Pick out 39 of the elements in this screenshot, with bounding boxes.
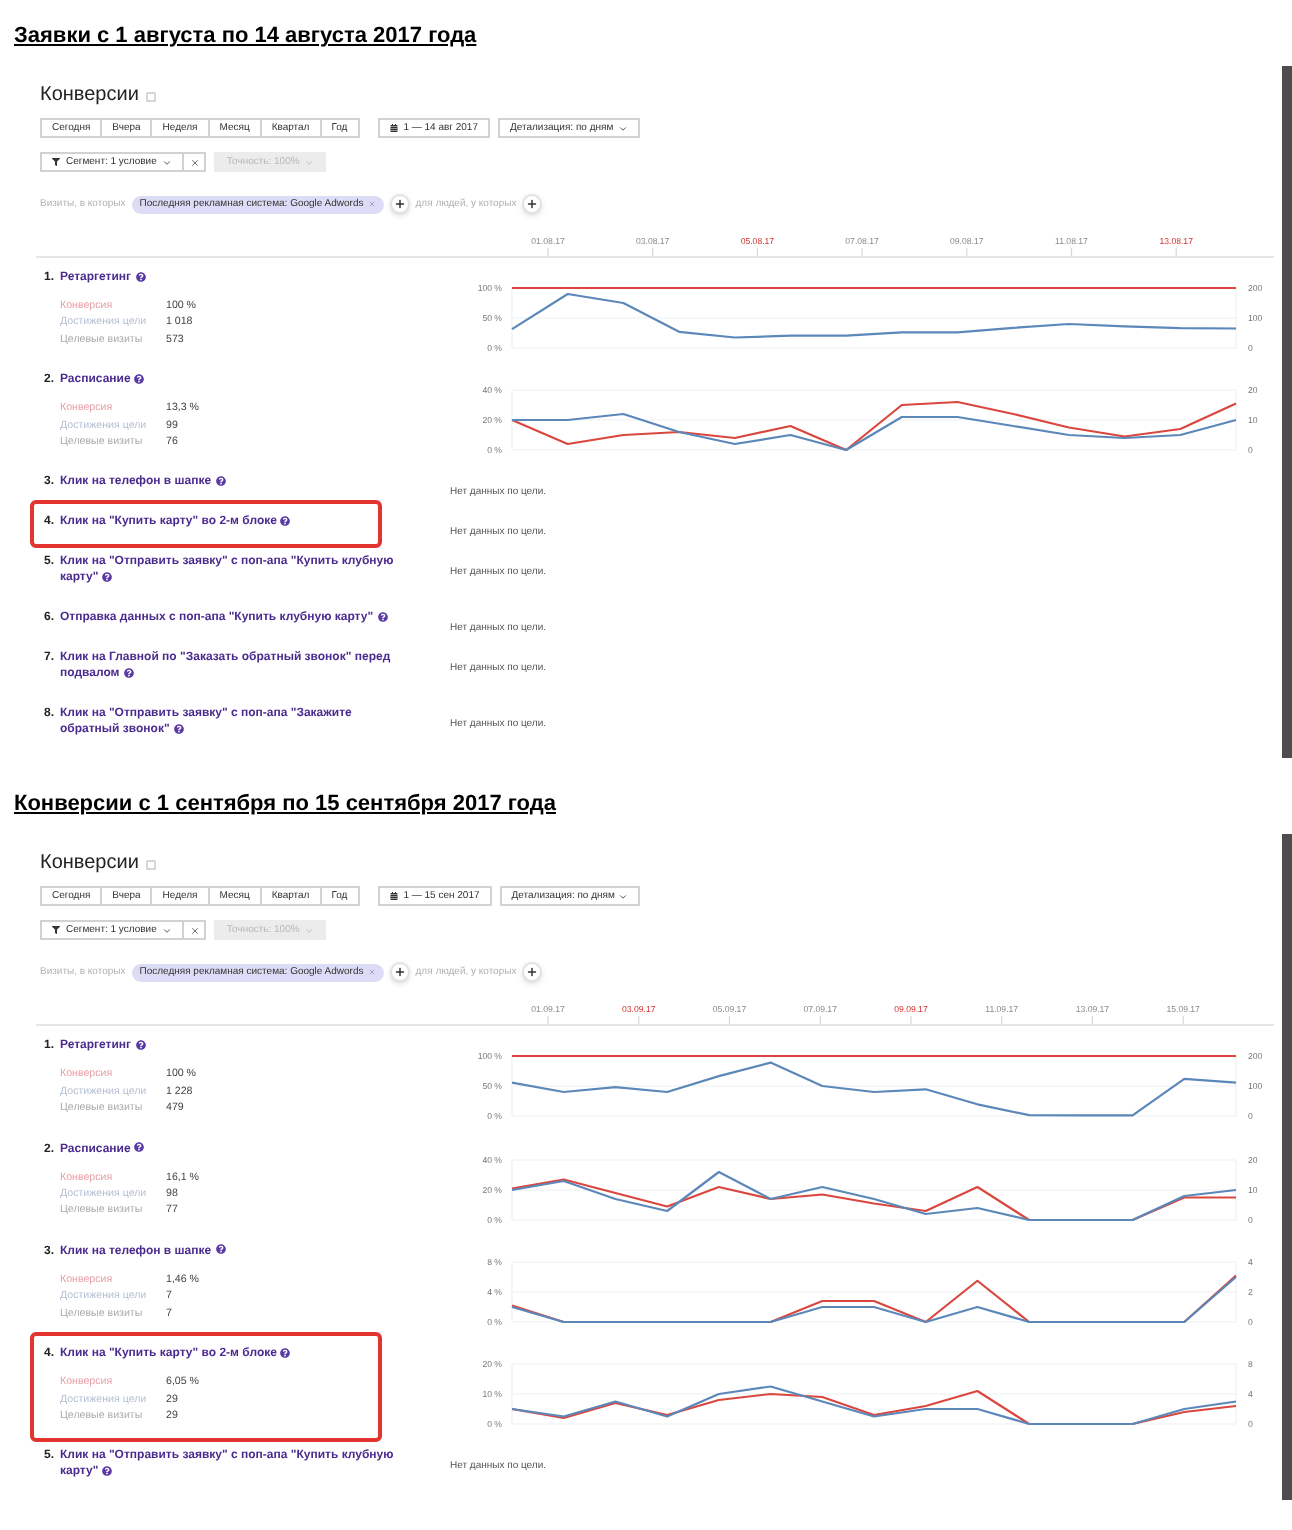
- help-icon: [377, 611, 388, 622]
- plus-icon: [526, 966, 539, 979]
- plus-icon: [393, 966, 406, 979]
- filter-icon: [52, 158, 60, 166]
- section-heading: Заявки с 1 августа по 14 августа 2017 года: [14, 22, 479, 50]
- help-icon: [134, 1142, 145, 1153]
- chevron-down-icon: [303, 157, 314, 167]
- add-condition-button[interactable]: [389, 962, 410, 983]
- chevron-down-icon: [162, 157, 173, 167]
- square-icon[interactable]: [146, 859, 157, 870]
- calendar-icon: [389, 892, 398, 901]
- help-icon: [123, 667, 134, 678]
- help-icon: [102, 1465, 113, 1476]
- chevron-down-icon: [162, 925, 173, 936]
- section-heading: Конверсии с 1 сентября по 15 сентября 2017 года: [14, 790, 558, 819]
- filter-icon: [52, 926, 60, 935]
- chevron-down-icon: [618, 891, 629, 902]
- help-icon: [135, 271, 146, 281]
- chevron-down-icon: [303, 925, 314, 936]
- clear-segment-button[interactable]: [182, 920, 207, 941]
- square-icon[interactable]: [146, 91, 157, 101]
- add-condition-button[interactable]: [522, 194, 543, 214]
- help-icon: [215, 1244, 226, 1255]
- help-icon: [280, 515, 291, 526]
- clear-segment-button[interactable]: [182, 152, 207, 172]
- help-icon: [215, 475, 226, 486]
- plus-icon: [526, 198, 539, 210]
- help-icon: [173, 723, 184, 734]
- add-condition-button[interactable]: [389, 194, 410, 214]
- help-icon: [134, 373, 145, 384]
- help-icon: [280, 1347, 291, 1358]
- report-title: Конверсии: [40, 852, 139, 877]
- plus-icon: [393, 198, 406, 210]
- calendar-icon: [389, 124, 398, 132]
- help-icon: [135, 1039, 146, 1050]
- report-title: Конверсии: [40, 84, 139, 108]
- add-condition-button[interactable]: [522, 962, 543, 983]
- chevron-down-icon: [617, 123, 628, 133]
- help-icon: [102, 571, 113, 582]
